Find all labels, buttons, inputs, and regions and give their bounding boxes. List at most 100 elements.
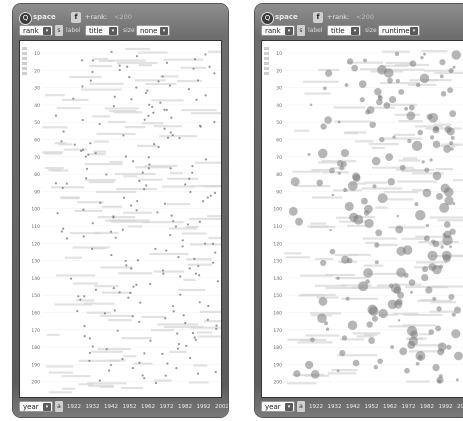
data-point[interactable] (145, 184, 148, 187)
data-point[interactable] (164, 317, 167, 320)
data-point[interactable] (377, 358, 383, 365)
data-point[interactable] (148, 163, 151, 166)
data-point[interactable] (383, 102, 391, 109)
data-point[interactable] (211, 261, 215, 264)
x-axis-sort-button[interactable]: a (55, 401, 63, 412)
data-point[interactable] (138, 320, 141, 323)
data-point[interactable] (141, 171, 144, 174)
data-point[interactable] (307, 152, 311, 156)
data-point[interactable] (176, 332, 179, 335)
data-point[interactable] (165, 249, 168, 252)
data-point[interactable] (421, 273, 429, 282)
data-point[interactable] (146, 89, 149, 92)
data-point[interactable] (425, 223, 429, 228)
data-point[interactable] (439, 74, 444, 79)
data-point[interactable] (417, 354, 423, 360)
data-point[interactable] (110, 253, 113, 257)
data-point[interactable] (448, 68, 454, 74)
data-point[interactable] (124, 259, 127, 263)
data-point[interactable] (206, 318, 209, 321)
data-point[interactable] (197, 264, 200, 268)
data-point[interactable] (62, 130, 65, 133)
data-point[interactable] (130, 204, 133, 207)
scatter-plot[interactable]: 10 20 30 40 50 60 70 80 90 100 110 120 130 140 150 160 1… (19, 40, 222, 398)
data-point[interactable] (432, 240, 440, 248)
filter-button[interactable]: f (313, 12, 323, 23)
data-point[interactable] (397, 291, 405, 299)
data-point[interactable] (374, 260, 379, 265)
data-point[interactable] (390, 345, 395, 350)
data-point[interactable] (209, 194, 212, 197)
data-point[interactable] (373, 365, 378, 370)
data-point[interactable] (325, 327, 330, 331)
data-point[interactable] (163, 202, 167, 205)
data-point[interactable] (387, 77, 393, 84)
data-point[interactable] (422, 266, 429, 273)
data-point[interactable] (135, 86, 138, 89)
data-point[interactable] (428, 329, 435, 335)
data-point[interactable] (126, 65, 129, 68)
label-select[interactable]: title ▾ (327, 25, 361, 36)
data-point[interactable] (79, 298, 82, 301)
data-point[interactable] (193, 58, 197, 61)
data-point[interactable] (213, 120, 216, 124)
data-point[interactable] (194, 338, 197, 341)
data-point[interactable] (399, 347, 408, 356)
sort-toggle-button[interactable]: s (297, 25, 305, 36)
data-point[interactable] (84, 155, 87, 158)
data-point[interactable] (169, 131, 172, 134)
data-point[interactable] (94, 152, 97, 155)
data-point[interactable] (363, 58, 367, 63)
data-point[interactable] (77, 295, 80, 298)
data-point[interactable] (172, 310, 175, 313)
data-point[interactable] (91, 345, 94, 348)
data-point[interactable] (131, 315, 134, 318)
data-point[interactable] (69, 277, 73, 280)
data-point[interactable] (394, 51, 400, 57)
data-point[interactable] (83, 325, 86, 328)
data-point[interactable] (406, 111, 416, 121)
data-point[interactable] (395, 225, 404, 234)
data-point[interactable] (163, 127, 166, 130)
data-point[interactable] (213, 191, 217, 194)
data-point[interactable] (432, 296, 437, 301)
data-point[interactable] (214, 251, 217, 254)
data-point[interactable] (449, 141, 454, 146)
data-point[interactable] (110, 50, 113, 54)
data-point[interactable] (149, 339, 152, 342)
data-point[interactable] (432, 364, 440, 372)
data-point[interactable] (105, 173, 108, 176)
data-point[interactable] (375, 229, 383, 237)
data-point[interactable] (89, 142, 92, 145)
data-point[interactable] (152, 111, 155, 114)
data-point[interactable] (316, 179, 324, 187)
data-point[interactable] (121, 357, 124, 361)
data-point[interactable] (309, 103, 313, 107)
data-point[interactable] (377, 193, 388, 204)
data-point[interactable] (135, 209, 138, 212)
data-point[interactable] (149, 282, 152, 286)
data-point[interactable] (371, 315, 378, 322)
data-point[interactable] (424, 167, 430, 173)
data-point[interactable] (429, 158, 433, 162)
data-point[interactable] (177, 255, 180, 259)
data-point[interactable] (443, 221, 451, 228)
data-point[interactable] (397, 319, 401, 322)
data-point[interactable] (147, 167, 150, 170)
data-point[interactable] (216, 280, 220, 283)
data-point[interactable] (305, 360, 314, 370)
data-point[interactable] (387, 299, 398, 310)
data-point[interactable] (408, 104, 415, 111)
data-point[interactable] (161, 269, 165, 272)
data-point[interactable] (290, 177, 300, 187)
data-point[interactable] (198, 220, 201, 223)
data-point[interactable] (54, 182, 57, 185)
data-point[interactable] (214, 370, 217, 374)
data-point[interactable] (88, 337, 91, 340)
data-point[interactable] (94, 288, 98, 291)
data-point[interactable] (147, 114, 150, 117)
data-point[interactable] (207, 304, 210, 308)
data-point[interactable] (165, 61, 169, 64)
data-point[interactable] (421, 160, 425, 164)
data-point[interactable] (432, 126, 440, 134)
